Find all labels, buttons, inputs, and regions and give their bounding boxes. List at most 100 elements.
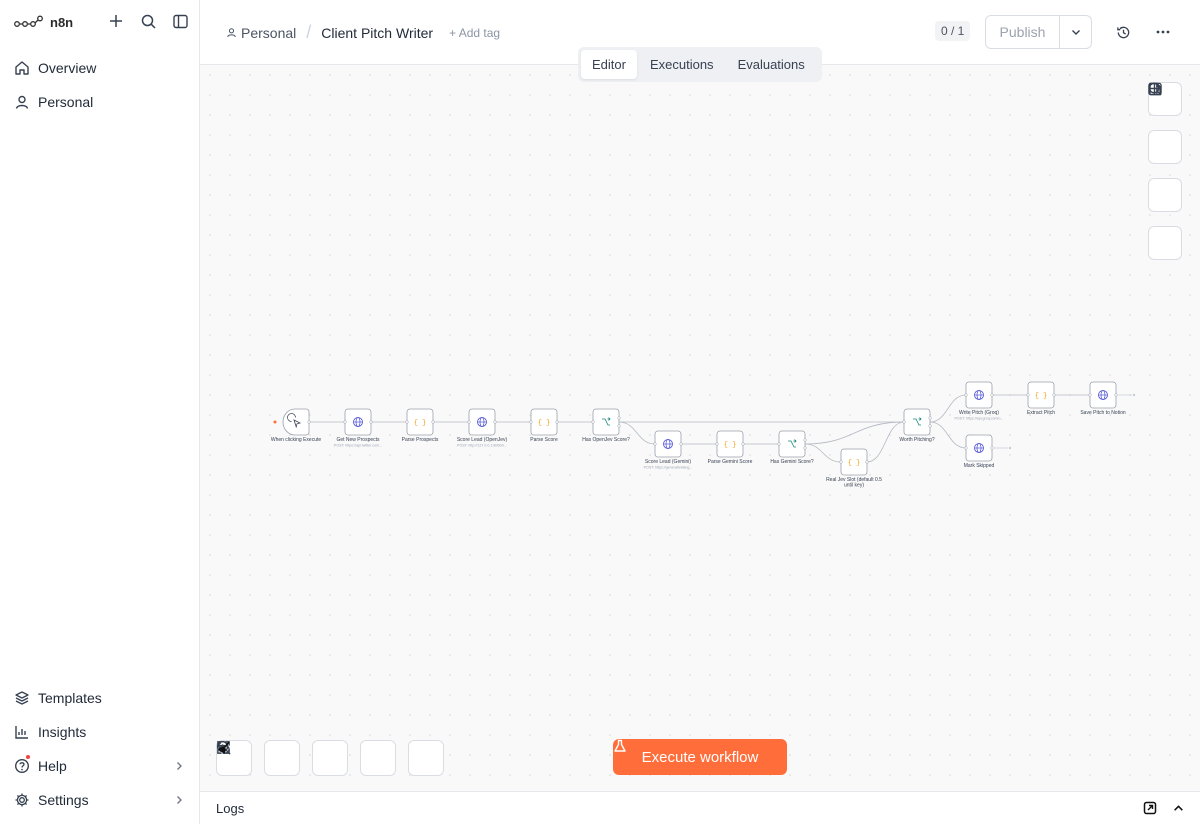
execute-label: Execute workflow <box>641 748 759 766</box>
workflow-node[interactable]: { } Parse Prospects <box>402 408 439 443</box>
node-label: Parse Gemini Score <box>708 459 753 465</box>
output-handle-true[interactable] <box>803 438 807 442</box>
input-handle[interactable] <box>343 420 347 424</box>
workflow-node[interactable]: Save Pitch to Notion <box>1080 381 1126 416</box>
sidebar-item-label: Templates <box>38 690 102 706</box>
output-handle-true[interactable] <box>617 416 621 420</box>
workflow-node[interactable]: Mark Skipped <box>964 434 995 469</box>
output-handle[interactable] <box>307 420 311 424</box>
toggle-panel-button[interactable] <box>1148 82 1182 260</box>
input-handle[interactable] <box>715 442 719 446</box>
add-connection-dot[interactable] <box>1132 393 1136 397</box>
logs-panel[interactable]: Logs <box>200 791 1200 824</box>
workflow-node[interactable]: Score Lead (OpenJev)POST: http://127.0.0… <box>457 408 508 448</box>
workflow-node[interactable]: { }Real Jev Slot (default 0.5until key) <box>826 448 882 489</box>
workflow-node[interactable]: Write Pitch (Groq)POST: https://api.groq… <box>955 381 1004 421</box>
breadcrumb-owner[interactable]: Personal <box>226 25 296 41</box>
logo-text: n8n <box>50 14 74 30</box>
add-connection-dot[interactable] <box>1008 446 1012 450</box>
input-handle[interactable] <box>653 442 657 446</box>
tidy-up-button[interactable] <box>218 740 444 776</box>
canvas-bottom-toolbar <box>216 740 444 776</box>
input-handle[interactable] <box>1026 393 1030 397</box>
output-handle[interactable] <box>431 420 435 424</box>
panel-toggle-icon[interactable] <box>169 10 191 32</box>
sidebar-item-templates[interactable]: Templates <box>10 684 190 712</box>
chevron-up-icon[interactable] <box>1170 800 1186 816</box>
input-handle[interactable] <box>964 446 968 450</box>
workflow-node[interactable]: Score Lead (Gemini)POST: https://generat… <box>644 430 693 470</box>
node-box <box>282 408 310 436</box>
sidebar-item-insights[interactable]: Insights <box>10 718 190 746</box>
workflow-node[interactable]: { } Parse Gemini Score <box>708 430 753 465</box>
workflow-node[interactable]: Get New ProspectsPOST: https://api.twitt… <box>334 408 382 448</box>
workflow-node[interactable]: Has Gemini Score? <box>770 430 814 465</box>
user-icon <box>15 95 29 109</box>
input-handle[interactable] <box>467 420 471 424</box>
node-subtitle: POST: https://generativelang... <box>644 466 693 470</box>
tab-evaluations[interactable]: Evaluations <box>727 50 816 79</box>
input-handle[interactable] <box>964 393 968 397</box>
execute-workflow-button[interactable]: Execute workflow <box>613 739 787 775</box>
history-icon[interactable] <box>1112 21 1134 43</box>
output-handle[interactable] <box>555 420 559 424</box>
help-icon <box>14 758 30 774</box>
output-handle-false[interactable] <box>803 446 807 450</box>
breadcrumb-separator: / <box>306 22 312 42</box>
output-handle-true[interactable] <box>928 416 932 420</box>
sidebar-item-help[interactable]: Help <box>10 752 190 780</box>
input-handle[interactable] <box>1088 393 1092 397</box>
workflow-node[interactable]: { } Parse Score <box>529 408 559 443</box>
plus-icon[interactable] <box>105 10 127 32</box>
zoom-in-button[interactable] <box>216 740 300 776</box>
add-tag-button[interactable]: + Add tag <box>449 26 500 40</box>
output-handle[interactable] <box>1114 393 1118 397</box>
output-handle[interactable] <box>741 442 745 446</box>
code-icon: { } <box>414 419 427 427</box>
search-icon[interactable] <box>137 10 159 32</box>
output-handle-false[interactable] <box>617 424 621 428</box>
publish-dropdown-button[interactable] <box>1060 16 1091 48</box>
output-handle[interactable] <box>1052 393 1056 397</box>
node-box <box>778 430 806 458</box>
n8n-logo[interactable]: n8n <box>14 10 73 34</box>
workflow-node[interactable]: When clicking Execute <box>271 408 322 443</box>
tab-executions[interactable]: Executions <box>639 50 725 79</box>
node-label: until key) <box>844 483 864 489</box>
output-handle-false[interactable] <box>928 424 932 428</box>
output-handle[interactable] <box>865 460 869 464</box>
sidebar-item-personal[interactable]: Personal <box>10 88 190 116</box>
input-handle[interactable] <box>902 420 906 424</box>
output-handle[interactable] <box>990 393 994 397</box>
sidebar-item-settings[interactable]: Settings <box>10 786 190 814</box>
search-nodes-button[interactable] <box>1148 82 1182 164</box>
more-options-icon[interactable] <box>1152 21 1174 43</box>
input-handle[interactable] <box>839 460 843 464</box>
pop-out-icon[interactable] <box>1142 800 1158 816</box>
workflow-node[interactable]: { } Extract Pitch <box>1026 381 1056 416</box>
zoom-out-button[interactable] <box>216 740 348 776</box>
output-handle[interactable] <box>369 420 373 424</box>
undo-button[interactable] <box>216 740 396 776</box>
output-handle[interactable] <box>990 446 994 450</box>
workflow-graph: When clicking Execute Get New ProspectsPO… <box>271 381 1136 489</box>
input-handle[interactable] <box>591 420 595 424</box>
workflow-name[interactable]: Client Pitch Writer <box>321 25 433 41</box>
tab-editor[interactable]: Editor <box>581 50 637 79</box>
sidebar-item-label: Insights <box>38 724 87 740</box>
input-handle[interactable] <box>405 420 409 424</box>
sticky-note-button[interactable] <box>1148 82 1182 212</box>
sidebar-item-overview[interactable]: Overview <box>10 54 190 82</box>
input-handle[interactable] <box>777 442 781 446</box>
layers-icon <box>15 691 29 705</box>
input-handle[interactable] <box>529 420 533 424</box>
code-icon: { } <box>848 459 861 467</box>
output-handle[interactable] <box>493 420 497 424</box>
workflow-node[interactable]: Has OpenJev Score? <box>582 408 630 443</box>
workflow-canvas[interactable]: When clicking Execute Get New Prospects PO… <box>200 65 1200 791</box>
workflow-node[interactable]: Worth Pitching? <box>899 408 935 443</box>
notification-dot <box>26 755 30 759</box>
publish-button[interactable]: Publish <box>986 16 1060 48</box>
code-icon: { } <box>538 419 551 427</box>
output-handle[interactable] <box>679 442 683 446</box>
